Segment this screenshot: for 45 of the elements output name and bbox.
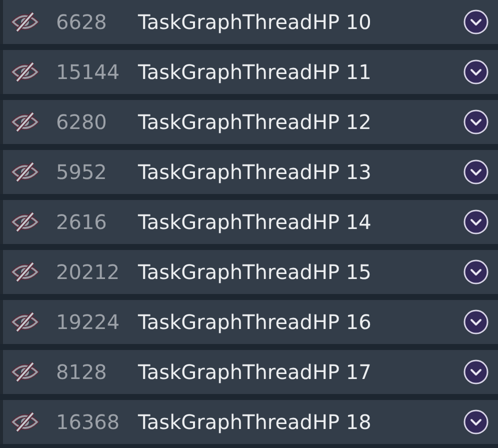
thread-row[interactable]: 6280 TaskGraphThreadHP 12 <box>0 100 498 144</box>
thread-row[interactable]: 8128 TaskGraphThreadHP 17 <box>0 350 498 394</box>
thread-row[interactable]: 5952 TaskGraphThreadHP 13 <box>0 150 498 194</box>
thread-id: 8128 <box>56 360 108 384</box>
thread-row[interactable]: 15144 TaskGraphThreadHP 11 <box>0 50 498 94</box>
thread-id: 20212 <box>56 260 121 284</box>
eye-slash-icon[interactable] <box>11 12 39 32</box>
expand-chevron-icon[interactable] <box>463 9 489 35</box>
thread-row[interactable]: 6628 TaskGraphThreadHP 10 <box>0 0 498 44</box>
thread-id: 16368 <box>56 410 121 434</box>
thread-row[interactable]: 19224 TaskGraphThreadHP 16 <box>0 300 498 344</box>
thread-name: TaskGraphThreadHP 11 <box>138 60 372 84</box>
thread-name: TaskGraphThreadHP 12 <box>138 110 372 134</box>
expand-chevron-icon[interactable] <box>463 409 489 435</box>
thread-name: TaskGraphThreadHP 10 <box>138 10 372 34</box>
thread-id: 6280 <box>56 110 108 134</box>
expand-chevron-icon[interactable] <box>463 259 489 285</box>
thread-name: TaskGraphThreadHP 13 <box>138 160 372 184</box>
thread-id: 5952 <box>56 160 108 184</box>
expand-chevron-icon[interactable] <box>463 359 489 385</box>
eye-slash-icon[interactable] <box>11 412 39 432</box>
eye-slash-icon[interactable] <box>11 362 39 382</box>
thread-name: TaskGraphThreadHP 18 <box>138 410 372 434</box>
eye-slash-icon[interactable] <box>11 212 39 232</box>
thread-row[interactable]: 2616 TaskGraphThreadHP 14 <box>0 200 498 244</box>
eye-slash-icon[interactable] <box>11 62 39 82</box>
thread-name: TaskGraphThreadHP 17 <box>138 360 372 384</box>
eye-slash-icon[interactable] <box>11 112 39 132</box>
expand-chevron-icon[interactable] <box>463 109 489 135</box>
eye-slash-icon[interactable] <box>11 312 39 332</box>
thread-id: 2616 <box>56 210 108 234</box>
thread-name: TaskGraphThreadHP 15 <box>138 260 372 284</box>
expand-chevron-icon[interactable] <box>463 59 489 85</box>
expand-chevron-icon[interactable] <box>463 309 489 335</box>
expand-chevron-icon[interactable] <box>463 209 489 235</box>
thread-id: 19224 <box>56 310 121 334</box>
eye-slash-icon[interactable] <box>11 262 39 282</box>
thread-id: 6628 <box>56 10 108 34</box>
thread-row[interactable]: 16368 TaskGraphThreadHP 18 <box>0 400 498 444</box>
expand-chevron-icon[interactable] <box>463 159 489 185</box>
thread-row[interactable]: 20212 TaskGraphThreadHP 15 <box>0 250 498 294</box>
eye-slash-icon[interactable] <box>11 162 39 182</box>
thread-id: 15144 <box>56 60 121 84</box>
thread-name: TaskGraphThreadHP 16 <box>138 310 372 334</box>
thread-name: TaskGraphThreadHP 14 <box>138 210 372 234</box>
